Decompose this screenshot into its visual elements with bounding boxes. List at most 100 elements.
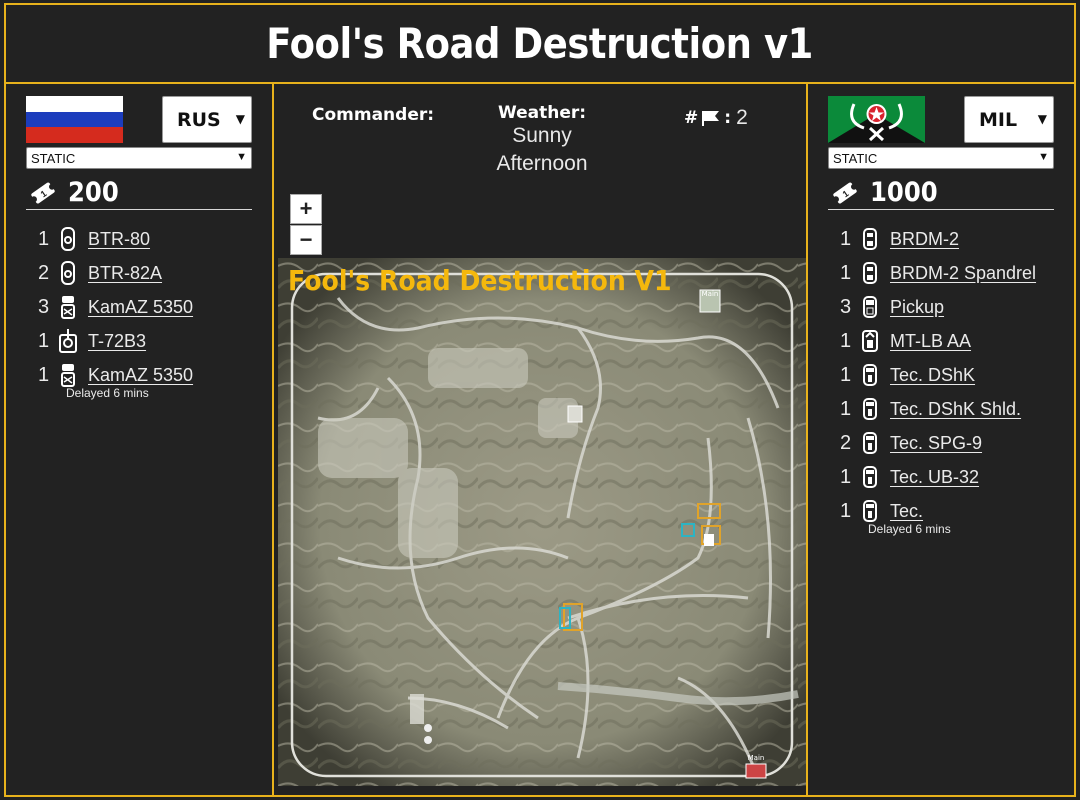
unit-qty: 3 <box>38 295 50 318</box>
unit-link[interactable]: MT-LB AA <box>890 331 971 352</box>
truck-icon <box>61 296 75 319</box>
unit-qty: 1 <box>840 363 852 386</box>
left-mode-select[interactable]: STATIC ▼ <box>26 147 252 169</box>
btr-icon <box>61 261 75 285</box>
unit-link[interactable]: KamAZ 5350 <box>88 297 193 318</box>
left-team-panel: RUS ▼ STATIC ▼ 1 200 1 BTR-80 2 BTR-82A 3 Kam… <box>6 84 274 797</box>
main-base-label-top: Main <box>702 290 719 298</box>
unit-qty: 2 <box>840 431 852 454</box>
unit-row: 1 BRDM-2 <box>840 222 1060 256</box>
technical-icon <box>863 432 877 454</box>
tank-icon <box>59 329 77 353</box>
right-points-row: 1 1000 <box>828 176 1054 210</box>
truck-icon <box>61 364 75 387</box>
chevron-down-icon: ▼ <box>236 151 247 163</box>
ticket-icon: 1 <box>832 182 858 203</box>
technical-icon <box>863 466 877 488</box>
weather-info: Weather: Sunny Afternoon <box>472 102 612 176</box>
unit-qty: 1 <box>840 227 852 250</box>
unit-qty: 1 <box>38 227 50 250</box>
right-mode-value: STATIC <box>833 150 878 166</box>
unit-row: 1 BTR-80 <box>38 222 258 256</box>
unit-link[interactable]: Tec. <box>890 501 923 522</box>
unit-link[interactable]: BRDM-2 <box>890 229 959 250</box>
unit-row: 3 Pickup <box>840 290 1060 324</box>
flag-count-info: # : 2 <box>684 106 748 130</box>
pickup-icon <box>863 296 877 318</box>
right-mode-select[interactable]: STATIC ▼ <box>828 147 1054 169</box>
unit-qty: 1 <box>38 329 50 352</box>
russia-flag <box>26 96 123 143</box>
left-points-row: 1 200 <box>26 176 252 210</box>
left-country-select[interactable]: RUS ▼ <box>162 96 252 143</box>
flag-count-value: 2 <box>736 106 748 129</box>
right-country-select[interactable]: MIL ▼ <box>964 96 1054 143</box>
main-base-label-bottom: Main <box>748 754 765 762</box>
weather-label: Weather: <box>497 103 587 123</box>
chevron-down-icon: ▼ <box>235 112 245 126</box>
flag-count-label: # <box>684 108 699 128</box>
unit-qty: 1 <box>840 397 852 420</box>
flag-icon <box>702 111 720 126</box>
weather-value-line2: Afternoon <box>496 152 588 175</box>
unit-row: 1 Tec. DShK Shld. <box>840 392 1060 426</box>
unit-qty: 1 <box>840 329 852 352</box>
unit-link[interactable]: Tec. SPG-9 <box>890 433 982 454</box>
technical-icon <box>863 364 877 386</box>
page-title: Fool's Road Destruction v1 <box>266 19 814 68</box>
technical-icon <box>863 398 877 420</box>
unit-qty: 1 <box>840 261 852 284</box>
unit-link[interactable]: Tec. UB-32 <box>890 467 979 488</box>
unit-link[interactable]: Pickup <box>890 297 944 318</box>
zoom-in-button[interactable]: + <box>290 194 322 224</box>
unit-qty: 1 <box>840 465 852 488</box>
technical-icon <box>863 500 877 522</box>
weather-value-line1: Sunny <box>512 124 572 147</box>
right-points-value: 1000 <box>870 177 938 208</box>
chevron-down-icon: ▼ <box>1038 151 1049 163</box>
unit-link[interactable]: BRDM-2 Spandrel <box>890 263 1036 284</box>
right-unit-list: 1 BRDM-2 1 BRDM-2 Spandrel 3 Pickup 1 MT-LB AA 1… <box>840 222 1060 538</box>
left-unit-list: 1 BTR-80 2 BTR-82A 3 KamAZ 5350 1 T-72B3 1 KamAZ … <box>38 222 258 402</box>
unit-link[interactable]: Tec. DShK <box>890 365 975 386</box>
unit-row: 1 BRDM-2 Spandrel <box>840 256 1060 290</box>
unit-row: 1 Tec. DShK <box>840 358 1060 392</box>
commander-label: Commander: <box>312 105 435 125</box>
map-title: Fool's Road Destruction V1 <box>288 264 672 297</box>
left-points-value: 200 <box>68 177 119 208</box>
chevron-down-icon: ▼ <box>1037 112 1047 126</box>
right-country-value: MIL <box>979 108 1018 131</box>
unit-qty: 2 <box>38 261 50 284</box>
unit-row: 1 MT-LB AA <box>840 324 1060 358</box>
left-country-value: RUS <box>177 108 221 131</box>
map-view[interactable]: Main Main Fool's Road Destruction V1 <box>278 258 806 786</box>
ticket-icon: 1 <box>30 182 56 203</box>
unit-row: 1 Tec. <box>840 494 1060 528</box>
center-panel: Commander: Weather: Sunny Afternoon # : … <box>274 84 806 797</box>
unit-link[interactable]: T-72B3 <box>88 331 146 352</box>
unit-link[interactable]: BTR-82A <box>88 263 162 284</box>
unit-link[interactable]: KamAZ 5350 <box>88 365 193 386</box>
aa-icon <box>862 330 878 352</box>
zoom-out-button[interactable]: − <box>290 225 322 255</box>
commander-info: Commander: <box>312 104 434 126</box>
unit-row: 3 KamAZ 5350 <box>38 290 258 324</box>
app-frame: Fool's Road Destruction v1 RUS ▼ STATIC … <box>4 3 1076 797</box>
title-bar: Fool's Road Destruction v1 <box>6 5 1074 84</box>
car-icon <box>863 262 877 284</box>
unit-row: 1 T-72B3 <box>38 324 258 358</box>
unit-qty: 1 <box>840 499 852 522</box>
unit-qty: 3 <box>840 295 852 318</box>
car-icon <box>863 228 877 250</box>
unit-link[interactable]: BTR-80 <box>88 229 150 250</box>
left-mode-value: STATIC <box>31 150 76 166</box>
unit-row: 1 KamAZ 5350 <box>38 358 258 392</box>
btr-icon <box>61 227 75 251</box>
unit-link[interactable]: Tec. DShK Shld. <box>890 399 1021 420</box>
right-team-panel: MIL ▼ STATIC ▼ 1 1000 1 BRDM-2 1 BRDM-2 Spa… <box>806 84 1074 797</box>
terrain-map: Main Main <box>278 258 806 786</box>
flag-count-separator: : <box>724 108 732 128</box>
unit-row: 1 Tec. UB-32 <box>840 460 1060 494</box>
militia-flag <box>828 96 925 143</box>
unit-row: 2 Tec. SPG-9 <box>840 426 1060 460</box>
